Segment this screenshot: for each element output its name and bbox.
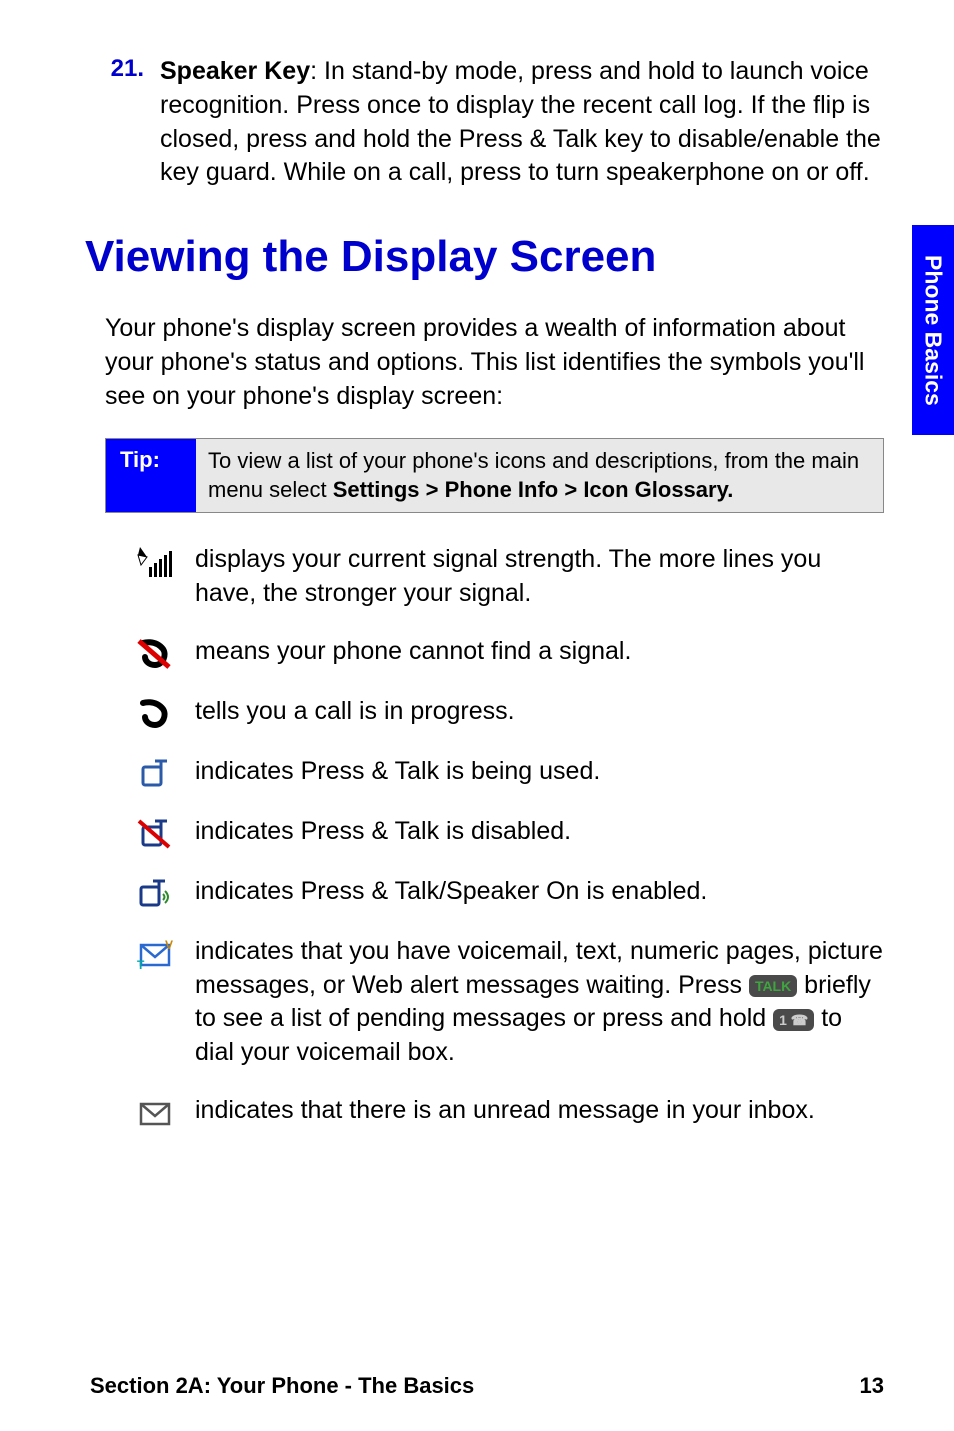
no-signal-icon bbox=[115, 635, 195, 671]
intro-paragraph: Your phone's display screen provides a w… bbox=[105, 312, 884, 413]
row-call-progress: tells you a call is in progress. bbox=[115, 695, 884, 731]
messages-text: indicates that you have voicemail, text,… bbox=[195, 935, 884, 1070]
row-no-signal: means your phone cannot find a signal. bbox=[115, 635, 884, 671]
no-signal-text: means your phone cannot find a signal. bbox=[195, 635, 631, 671]
signal-icon bbox=[115, 543, 195, 611]
row-unread: indicates that there is an unread messag… bbox=[115, 1094, 884, 1130]
side-tab-phone-basics: Phone Basics bbox=[912, 225, 954, 435]
numbered-item-21: 21. Speaker Key: In stand-by mode, press… bbox=[105, 55, 884, 190]
item-text: Speaker Key: In stand-by mode, press and… bbox=[160, 55, 884, 190]
press-talk-icon bbox=[115, 755, 195, 791]
page-footer: Section 2A: Your Phone - The Basics 13 bbox=[90, 1373, 884, 1399]
tip-label: Tip: bbox=[106, 439, 196, 512]
signal-text: displays your current signal strength. T… bbox=[195, 543, 884, 611]
messages-waiting-icon: TV bbox=[115, 935, 195, 1070]
talk-key-icon: TALK bbox=[749, 975, 797, 997]
unread-text: indicates that there is an unread messag… bbox=[195, 1094, 815, 1130]
row-press-talk-disabled: indicates Press & Talk is disabled. bbox=[115, 815, 884, 851]
press-talk-speaker-text: indicates Press & Talk/Speaker On is ena… bbox=[195, 875, 707, 911]
footer-section: Section 2A: Your Phone - The Basics bbox=[90, 1373, 474, 1399]
tip-text: To view a list of your phone's icons and… bbox=[196, 439, 883, 512]
call-in-progress-icon bbox=[115, 695, 195, 731]
press-talk-text: indicates Press & Talk is being used. bbox=[195, 755, 600, 791]
press-talk-disabled-text: indicates Press & Talk is disabled. bbox=[195, 815, 571, 851]
row-messages: TV indicates that you have voicemail, te… bbox=[115, 935, 884, 1070]
one-key-icon: 1 ☎ bbox=[773, 1009, 814, 1031]
page-title: Viewing the Display Screen bbox=[85, 232, 884, 282]
footer-page-number: 13 bbox=[860, 1373, 884, 1399]
row-press-talk: indicates Press & Talk is being used. bbox=[115, 755, 884, 791]
press-talk-disabled-icon bbox=[115, 815, 195, 851]
item-number: 21. bbox=[105, 55, 160, 190]
tip-box: Tip: To view a list of your phone's icon… bbox=[105, 438, 884, 513]
row-signal: displays your current signal strength. T… bbox=[115, 543, 884, 611]
speaker-key-label: Speaker Key bbox=[160, 57, 310, 85]
press-talk-speaker-icon bbox=[115, 875, 195, 911]
row-press-talk-speaker: indicates Press & Talk/Speaker On is ena… bbox=[115, 875, 884, 911]
svg-text:V: V bbox=[165, 938, 173, 952]
unread-message-icon bbox=[115, 1094, 195, 1130]
call-progress-text: tells you a call is in progress. bbox=[195, 695, 515, 731]
svg-text:T: T bbox=[137, 958, 145, 971]
